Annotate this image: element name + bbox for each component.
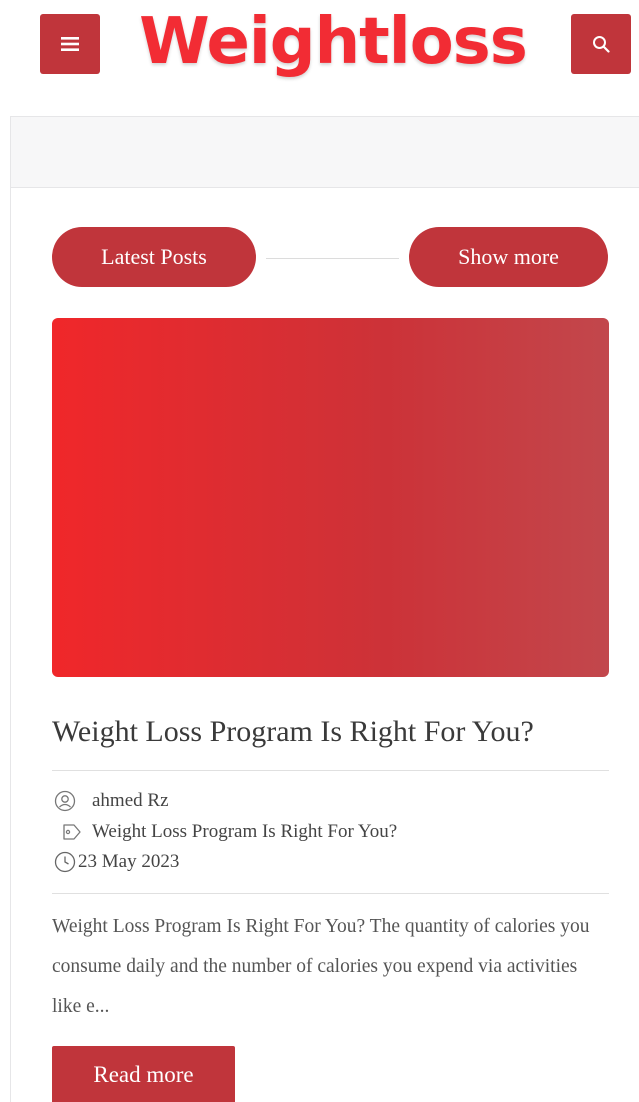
- post-author[interactable]: ahmed Rz: [92, 790, 169, 812]
- post-thumbnail[interactable]: [52, 318, 609, 677]
- hamburger-icon: [61, 37, 79, 51]
- tag-icon: [63, 824, 81, 840]
- section-divider: [266, 258, 399, 259]
- post-date: 23 May 2023: [78, 851, 180, 872]
- post-author-row: ahmed Rz: [54, 789, 169, 813]
- search-icon: [593, 36, 610, 53]
- latest-posts-label: Latest Posts: [52, 227, 256, 287]
- show-more-button[interactable]: Show more: [409, 227, 608, 287]
- post-tag-row: Weight Loss Program Is Right For You?: [54, 820, 397, 844]
- menu-button[interactable]: [40, 14, 100, 74]
- post-date-row: 23 May 2023: [54, 850, 179, 874]
- top-banner-area: [10, 116, 639, 188]
- read-more-button[interactable]: Read more: [52, 1046, 235, 1102]
- site-header: Weightloss: [0, 0, 639, 90]
- site-logo[interactable]: Weightloss: [132, 2, 534, 82]
- post-title[interactable]: Weight Loss Program Is Right For You?: [52, 710, 609, 754]
- clock-icon: [54, 851, 76, 873]
- post-excerpt: Weight Loss Program Is Right For You? Th…: [52, 916, 590, 1017]
- divider: [52, 770, 609, 771]
- user-icon: [54, 790, 76, 812]
- divider: [52, 893, 609, 894]
- search-button[interactable]: [571, 14, 631, 74]
- post-tag[interactable]: Weight Loss Program Is Right For You?: [92, 821, 397, 843]
